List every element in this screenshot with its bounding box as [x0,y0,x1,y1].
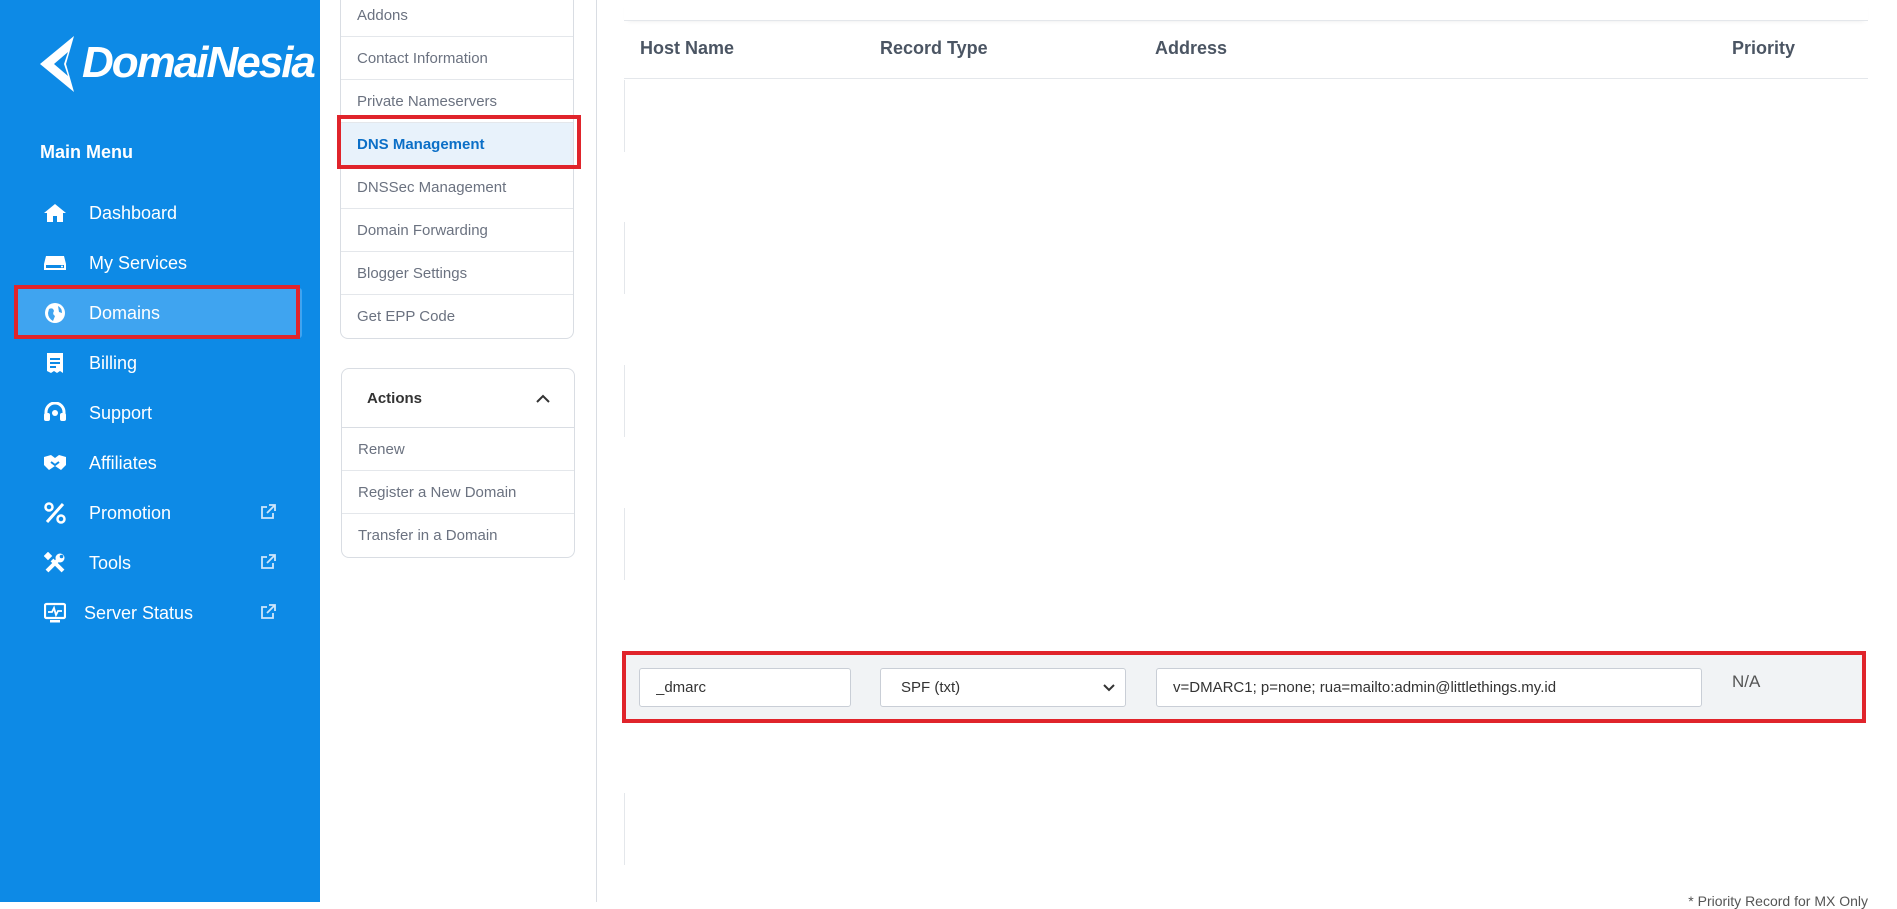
sidebar-item-label: Affiliates [89,452,157,473]
row-edge-marker [624,80,625,152]
header-divider [624,78,1868,79]
subnav-item-private-nameservers[interactable]: Private Nameservers [341,80,573,123]
logo-text: DomaiNesia [82,38,316,87]
subnav-item-dnssec-management[interactable]: DNSSec Management [341,166,573,209]
priority-footnote: * Priority Record for MX Only [1688,893,1868,909]
sidebar-item-label: Support [89,402,153,423]
chevron-up-icon [536,390,550,407]
subnav-item-get-epp-code[interactable]: Get EPP Code [341,295,573,338]
actions-panel: Actions Renew Register a New Domain Tran… [341,368,575,558]
external-link-icon [260,604,276,625]
sidebar-item-affiliates[interactable]: Affiliates [16,438,302,488]
sidebar-item-label: Tools [89,552,132,573]
globe-icon [42,300,68,326]
panel-top-shadow [624,0,1868,20]
sidebar-item-server-status[interactable]: Server Status [16,588,302,638]
sidebar-item-domains[interactable]: Domains [16,288,302,338]
priority-value: N/A [1732,672,1761,691]
receipt-icon [42,350,68,376]
external-link-icon [260,554,276,575]
sidebar-item-tools[interactable]: Tools [16,538,302,588]
column-header-priority: Priority [1732,38,1796,58]
column-header-address: Address [1155,38,1228,58]
sidebar-item-label: Promotion [89,502,172,523]
row-edge-marker [624,793,625,865]
sidebar-item-billing[interactable]: Billing [16,338,302,388]
action-item-register-new-domain[interactable]: Register a New Domain [342,471,574,514]
main-menu-title: Main Menu [40,142,133,162]
headset-icon [42,400,68,426]
sidebar-item-dashboard[interactable]: Dashboard [16,188,302,238]
subnav-item-addons[interactable]: Addons [341,0,573,37]
sidebar-item-support[interactable]: Support [16,388,302,438]
external-link-icon [260,504,276,525]
chevron-down-icon [1103,679,1115,696]
subnav-item-blogger-settings[interactable]: Blogger Settings [341,252,573,295]
home-icon [42,200,68,226]
sidebar-item-promotion[interactable]: Promotion [16,488,302,538]
sidebar-item-my-services[interactable]: My Services [16,238,302,288]
tools-icon [42,550,68,576]
handshake-icon [42,450,68,476]
action-item-transfer-domain[interactable]: Transfer in a Domain [342,514,574,557]
sidebar-item-label: My Services [89,252,188,273]
panel-top-line [624,20,1868,21]
sidebar-item-label: Server Status [84,602,194,623]
row-edge-marker [624,222,625,294]
monitor-icon [42,600,68,626]
main-menu: Dashboard My Services Domains Billing Su… [16,188,302,638]
subnav-item-dns-management[interactable]: DNS Management [341,123,573,166]
sidebar-item-label: Dashboard [89,202,178,223]
record-type-select[interactable]: SPF (txt) [880,668,1126,707]
row-edge-marker [624,365,625,437]
record-type-value: SPF (txt) [901,679,961,696]
action-item-renew[interactable]: Renew [342,428,574,471]
subnav-item-domain-forwarding[interactable]: Domain Forwarding [341,209,573,252]
domainesia-logo[interactable]: DomaiNesia [40,28,316,98]
host-name-input[interactable] [639,668,851,707]
logo-mark-icon [40,36,74,92]
address-input[interactable] [1156,668,1702,707]
panel-divider [596,0,597,902]
sidebar-item-label: Billing [89,352,138,373]
column-header-record-type: Record Type [880,38,988,58]
domain-subnav: Addons Contact Information Private Names… [340,0,574,339]
column-header-host-name: Host Name [640,38,735,58]
sidebar: DomaiNesia Main Menu Dashboard My Servic… [0,0,320,902]
row-edge-marker [624,508,625,580]
subnav-item-contact-information[interactable]: Contact Information [341,37,573,80]
sidebar-item-label: Domains [89,302,161,323]
actions-header[interactable]: Actions [342,369,574,428]
actions-title: Actions [367,389,423,407]
server-icon [42,250,68,276]
percent-icon [42,500,68,526]
